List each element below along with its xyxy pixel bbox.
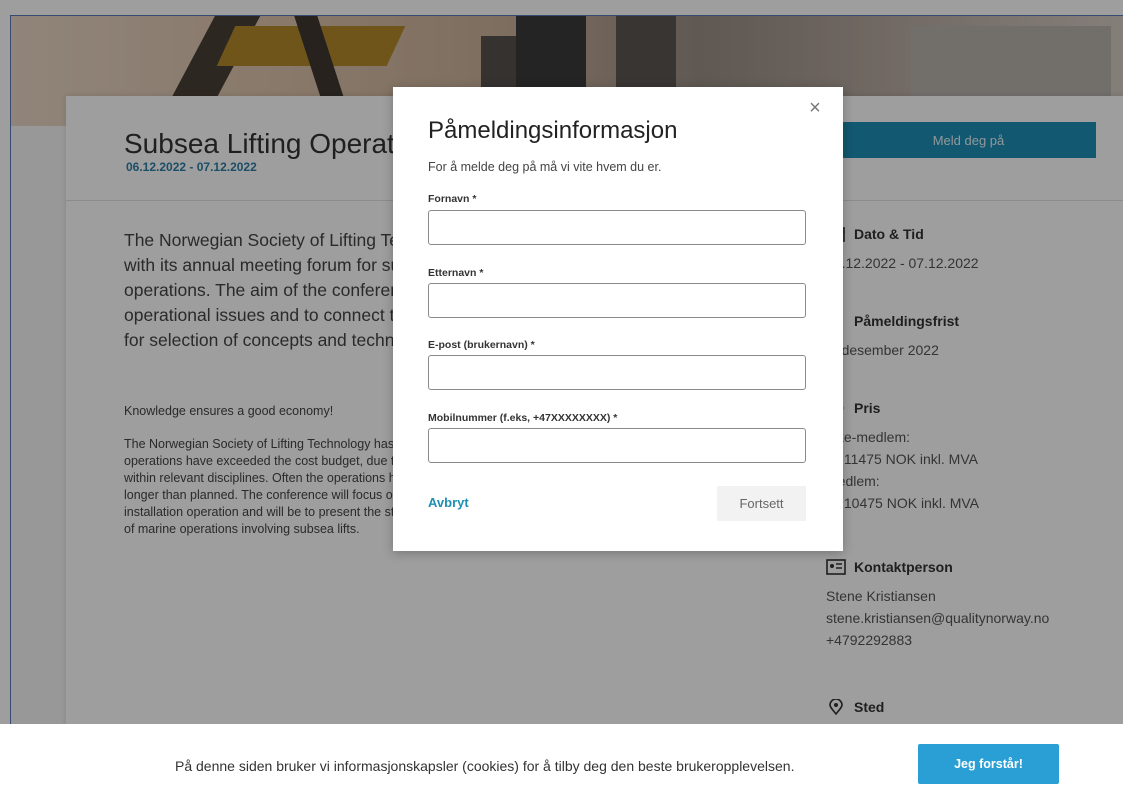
cancel-link[interactable]: Avbryt (428, 495, 469, 510)
cookie-banner: På denne siden bruker vi informasjonskap… (0, 724, 1123, 787)
modal-subtitle: For å melde deg på må vi vite hvem du er… (428, 160, 662, 174)
close-icon[interactable]: × (806, 98, 824, 118)
mobile-field[interactable] (428, 428, 806, 463)
registration-modal: × Påmeldingsinformasjon For å melde deg … (393, 87, 843, 551)
email-field[interactable] (428, 355, 806, 390)
last-name-field[interactable] (428, 283, 806, 318)
modal-title: Påmeldingsinformasjon (428, 117, 678, 144)
email-label: E-post (brukernavn) * (428, 339, 535, 351)
mobile-label: Mobilnummer (f.eks, +47XXXXXXXX) * (428, 412, 618, 424)
cookie-text: På denne siden bruker vi informasjonskap… (175, 758, 795, 774)
last-name-label: Etternavn * (428, 267, 484, 279)
continue-button[interactable]: Fortsett (717, 486, 806, 521)
first-name-label: Fornavn * (428, 193, 477, 205)
first-name-field[interactable] (428, 210, 806, 245)
cookie-accept-button[interactable]: Jeg forstår! (918, 744, 1059, 784)
